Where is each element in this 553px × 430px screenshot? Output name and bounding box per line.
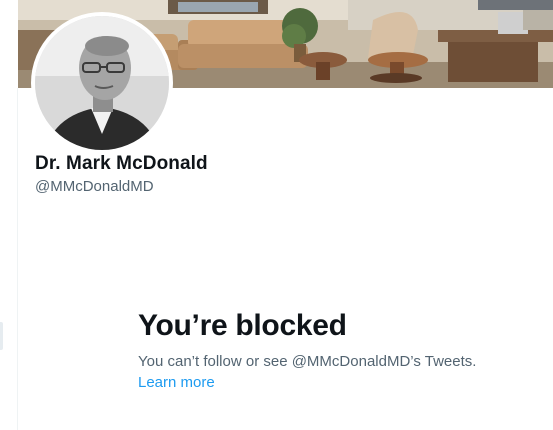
profile-page: Dr. Mark McDonald @MMcDonaldMD You’re bl…: [0, 0, 553, 430]
profile-handle: @MMcDonaldMD: [35, 178, 154, 195]
profile-display-name: Dr. Mark McDonald: [35, 153, 208, 174]
blocked-message: You can’t follow or see @MMcDonaldMD’s T…: [138, 353, 477, 370]
profile-avatar[interactable]: [31, 12, 173, 154]
learn-more-link[interactable]: Learn more: [138, 374, 215, 391]
column-divider: [17, 88, 18, 430]
avatar-photo: [35, 16, 169, 150]
blocked-title: You’re blocked: [138, 309, 347, 342]
collapsed-panel-edge: [0, 322, 3, 350]
